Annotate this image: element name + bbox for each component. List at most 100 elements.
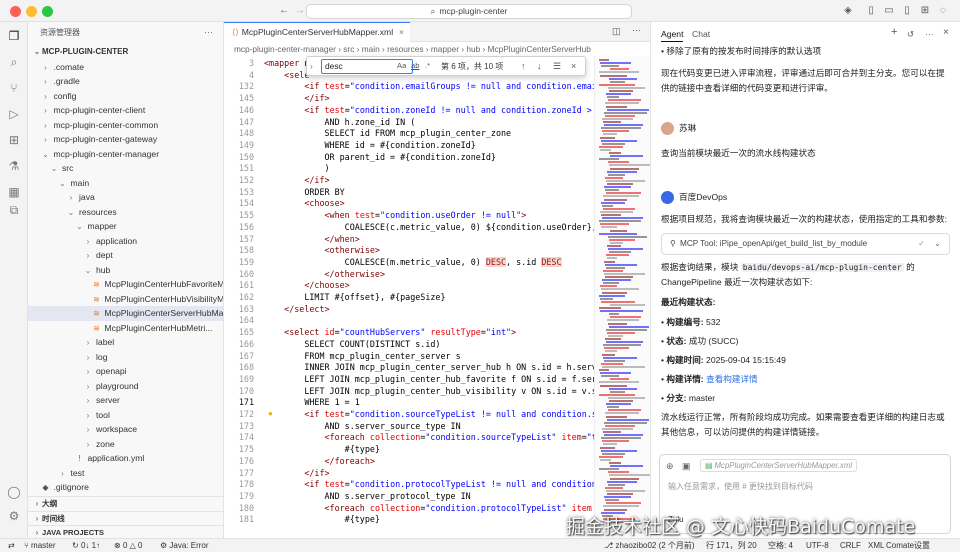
code-line[interactable]: <select id="countHubServers" resultType=… bbox=[264, 327, 516, 339]
folder-item[interactable]: › zone bbox=[28, 437, 223, 452]
minimap[interactable] bbox=[594, 56, 650, 538]
code-line[interactable]: </if> bbox=[264, 175, 329, 187]
folder-item[interactable]: › mcp-plugin-center-gateway bbox=[28, 132, 223, 147]
indent-setting[interactable]: 空格: 4 bbox=[768, 539, 793, 552]
close-icon[interactable]: × bbox=[571, 61, 576, 71]
more-actions-icon[interactable]: ··· bbox=[632, 25, 641, 35]
code-line[interactable]: </select> bbox=[264, 304, 329, 316]
image-icon[interactable]: ▣ bbox=[682, 461, 691, 472]
code-line[interactable]: <when test="condition.useOrder != null"> bbox=[264, 210, 527, 222]
testing-icon[interactable]: ⚗ bbox=[6, 158, 22, 174]
source-control-icon[interactable]: ⑂ bbox=[6, 80, 22, 96]
code-line[interactable]: <sele bbox=[264, 70, 309, 82]
folder-item[interactable]: › tool bbox=[28, 408, 223, 423]
code-line[interactable]: </choose> bbox=[264, 280, 349, 292]
sync-indicator[interactable]: ↻ 0↓ 1↑ bbox=[72, 539, 100, 552]
code-line[interactable]: <if test="condition.emailGroups != null … bbox=[264, 81, 594, 93]
minimize-window-button[interactable] bbox=[26, 6, 37, 17]
folder-item[interactable]: ⌄ hub bbox=[28, 263, 223, 278]
code-line[interactable]: #{type} bbox=[264, 444, 380, 456]
problems-indicator[interactable]: ⊗ 0 △ 0 bbox=[114, 539, 142, 552]
tab-chat[interactable]: Chat bbox=[692, 29, 710, 39]
workspace-root[interactable]: ⌄ MCP-PLUGIN-CENTER bbox=[28, 45, 223, 60]
cursor-position[interactable]: 行 171，列 20 bbox=[706, 539, 757, 552]
remote-icon[interactable]: ⇄ bbox=[8, 539, 15, 552]
git-blame[interactable]: ⎇ zhaozibo02 (2 个月前) bbox=[604, 539, 695, 552]
code-line[interactable]: LIMIT #{offset}, #{pageSize} bbox=[264, 292, 445, 304]
toggle-secondary-sidebar-icon[interactable]: ▯ bbox=[901, 5, 913, 17]
find-in-selection-icon[interactable]: ☰ bbox=[553, 61, 561, 72]
account-icon[interactable]: ◌ bbox=[937, 5, 949, 17]
code-line[interactable]: <if test="condition.sourceTypeList != nu… bbox=[264, 409, 594, 421]
folder-item[interactable]: › application bbox=[28, 234, 223, 249]
outline-section[interactable]: › 大纲 bbox=[28, 496, 223, 511]
folder-item[interactable]: › workspace bbox=[28, 422, 223, 437]
file-item[interactable]: ≋ McpPluginCenterServerHubMapp... bbox=[28, 306, 223, 321]
code-line[interactable]: </if> bbox=[264, 93, 329, 105]
toggle-sidebar-icon[interactable]: ▯ bbox=[865, 5, 877, 17]
history-icon[interactable]: ↺ bbox=[907, 29, 914, 40]
breadcrumb[interactable]: mcp-plugin-center-manager › src › main ›… bbox=[224, 42, 650, 56]
customize-layout-icon[interactable]: ⊞ bbox=[919, 5, 931, 17]
regex-toggle[interactable]: .* bbox=[425, 61, 430, 70]
forward-arrow-icon[interactable]: → bbox=[294, 5, 306, 17]
folder-item[interactable]: ⌄ main bbox=[28, 176, 223, 191]
mcp-tool-card[interactable]: ⚲ MCP Tool: iPipe_openApi/get_build_list_… bbox=[661, 233, 950, 255]
folder-item[interactable]: › server bbox=[28, 393, 223, 408]
project-manager-icon[interactable]: ▦ bbox=[6, 184, 22, 200]
java-projects-section[interactable]: › JAVA PROJECTS bbox=[28, 525, 223, 538]
account-icon[interactable]: ◯ bbox=[6, 484, 22, 500]
close-icon[interactable]: × bbox=[399, 23, 404, 42]
code-line[interactable]: </otherwise> bbox=[264, 269, 386, 281]
java-status[interactable]: ⚙ Java: Error bbox=[160, 539, 209, 552]
new-chat-icon[interactable]: + bbox=[891, 26, 897, 38]
file-item[interactable]: ≋ McpPluginCenterHubMetri... bbox=[28, 321, 223, 336]
timeline-section[interactable]: › 时间线 bbox=[28, 510, 223, 526]
folder-item[interactable]: › config bbox=[28, 89, 223, 104]
whole-word-toggle[interactable]: ab bbox=[411, 61, 419, 70]
folder-item[interactable]: › log bbox=[28, 350, 223, 365]
zoom-window-button[interactable] bbox=[42, 6, 53, 17]
code-line[interactable]: <foreach collection="condition.protocolT… bbox=[264, 503, 592, 515]
folder-item[interactable]: › mcp-plugin-center-common bbox=[28, 118, 223, 133]
code-line[interactable]: </when> bbox=[264, 234, 360, 246]
code-line[interactable]: FROM mcp_plugin_center_server s bbox=[264, 351, 460, 363]
code-line[interactable]: COALESCE(m.metric_value, 0) DESC, s.id D… bbox=[264, 256, 562, 269]
folder-item[interactable]: ⌄ resources bbox=[28, 205, 223, 220]
folder-item[interactable]: › openapi bbox=[28, 364, 223, 379]
split-editor-icon[interactable]: ◫ bbox=[612, 26, 621, 37]
run-debug-icon[interactable]: ▷ bbox=[6, 106, 22, 122]
branch-indicator[interactable]: ⑂ master bbox=[24, 539, 55, 552]
lightbulb-icon[interactable]: ● bbox=[268, 409, 273, 418]
explorer-icon[interactable]: ❐ bbox=[6, 28, 22, 44]
toggle-panel-icon[interactable]: ▭ bbox=[883, 5, 895, 17]
folder-item[interactable]: › label bbox=[28, 335, 223, 350]
close-icon[interactable]: × bbox=[943, 27, 949, 38]
folder-item[interactable]: › mcp-plugin-center-client bbox=[28, 103, 223, 118]
extensions-icon[interactable]: ⊞ bbox=[6, 132, 22, 148]
code-line[interactable]: AND s.server_protocol_type IN bbox=[264, 491, 471, 503]
file-item[interactable]: ! application.yml bbox=[28, 451, 223, 466]
context-file-chip[interactable]: ▤ McpPluginCenterServerHubMapper.xml bbox=[700, 459, 858, 472]
eol-setting[interactable]: CRLF bbox=[840, 539, 861, 552]
tab-server-hub-mapper[interactable]: ⟨⟩ McpPluginCenterServerHubMapper.xml × bbox=[224, 22, 410, 42]
code-line[interactable]: </foreach> bbox=[264, 456, 375, 468]
folder-item[interactable]: › playground bbox=[28, 379, 223, 394]
language-mode[interactable]: XML bbox=[868, 539, 884, 552]
code-line[interactable]: LEFT JOIN mcp_plugin_center_hub_favorite… bbox=[264, 374, 594, 386]
match-case-toggle[interactable]: Aa bbox=[397, 61, 406, 70]
code-line[interactable]: LEFT JOIN mcp_plugin_center_hub_visibili… bbox=[264, 386, 594, 398]
next-match-icon[interactable]: ↓ bbox=[537, 61, 542, 71]
more-actions-icon[interactable]: ··· bbox=[204, 27, 213, 37]
folder-item[interactable]: › .gradle bbox=[28, 74, 223, 89]
folder-item[interactable]: ⌄ mapper bbox=[28, 219, 223, 234]
copilot-icon[interactable]: ◈ bbox=[842, 5, 854, 17]
code-line[interactable]: <otherwise> bbox=[264, 245, 380, 257]
settings-gear-icon[interactable]: ⚙ bbox=[6, 508, 22, 524]
code-line[interactable]: SELECT id FROM mcp_plugin_center_zone bbox=[264, 128, 512, 140]
command-center[interactable]: ⌕ mcp-plugin-center bbox=[306, 4, 632, 19]
mention-icon[interactable]: ⊕ bbox=[666, 461, 674, 472]
code-line[interactable]: <choose> bbox=[264, 198, 344, 210]
code-line[interactable]: INNER JOIN mcp_plugin_center_server_hub … bbox=[264, 362, 594, 374]
code-line[interactable]: ) bbox=[264, 163, 330, 175]
